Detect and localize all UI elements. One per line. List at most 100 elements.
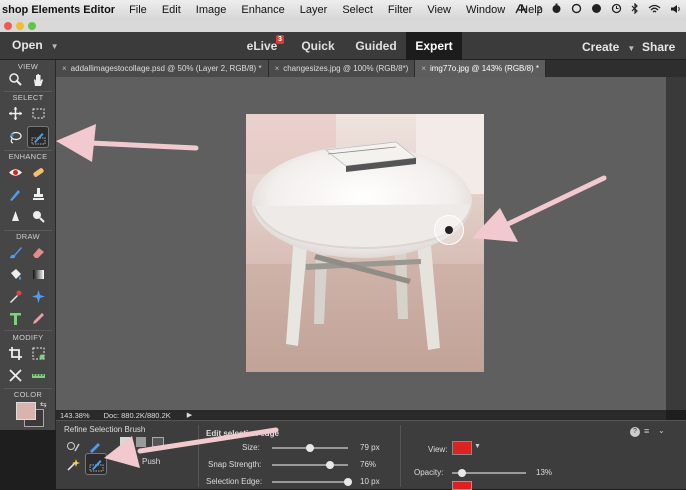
doc-tab[interactable]: × changesizes.jpg @ 100% (RGB/8*) xyxy=(268,60,416,77)
volume-icon[interactable] xyxy=(670,4,682,17)
collapse-options-icon[interactable]: ⌄ xyxy=(658,426,665,435)
eraser-tool[interactable] xyxy=(28,242,48,262)
crop-tool[interactable] xyxy=(5,343,25,363)
straighten-tool[interactable] xyxy=(28,365,48,385)
menu-edit[interactable]: Edit xyxy=(162,4,181,16)
eyedropper-icon xyxy=(9,290,21,303)
menu-layer[interactable]: Layer xyxy=(300,4,328,16)
refine-brush-mode-button[interactable] xyxy=(85,453,107,475)
smart-brush-tool[interactable] xyxy=(5,184,25,204)
add-selection-icon[interactable] xyxy=(66,441,80,453)
status-menu-arrow-icon[interactable]: ▶ xyxy=(187,411,192,419)
selection-edge-label: Selection Edge: xyxy=(206,477,263,486)
paint-bucket-tool[interactable] xyxy=(5,264,25,284)
time-machine-icon[interactable] xyxy=(611,3,622,17)
edge-slider[interactable] xyxy=(272,478,352,486)
mode-expert[interactable]: Expert xyxy=(406,32,462,60)
vertical-scrollbar[interactable] xyxy=(666,77,686,410)
opacity-knob[interactable] xyxy=(457,469,466,477)
type-tool[interactable] xyxy=(5,308,25,328)
mode-elive[interactable]: eLive 3 xyxy=(236,32,288,60)
notification-icon[interactable] xyxy=(591,3,602,17)
straighten-tool-icon xyxy=(31,373,45,378)
zoom-window-icon[interactable] xyxy=(28,22,36,30)
close-tab-icon[interactable]: × xyxy=(275,64,280,73)
stopwatch-icon[interactable] xyxy=(551,3,562,17)
brush-shape-icon-3[interactable] xyxy=(152,437,164,447)
foreground-color-swatch[interactable] xyxy=(16,402,36,420)
create-label: Create xyxy=(582,40,620,54)
marquee-tool[interactable] xyxy=(28,103,48,123)
subtract-selection-icon[interactable] xyxy=(88,441,102,453)
close-tab-icon[interactable]: × xyxy=(421,64,426,73)
options-menu-icon[interactable]: ≡ xyxy=(644,426,649,436)
custom-shape-tool[interactable] xyxy=(28,286,48,306)
adobe-icon[interactable] xyxy=(515,3,528,17)
view-mode-dropdown[interactable]: ▼ xyxy=(452,441,482,455)
type-tool-icon xyxy=(9,312,21,325)
menu-select[interactable]: Select xyxy=(342,4,373,16)
clone-stamp-tool[interactable] xyxy=(28,184,48,204)
healing-brush-icon xyxy=(32,167,44,177)
menu-window[interactable]: Window xyxy=(466,4,505,16)
menu-view[interactable]: View xyxy=(427,4,451,16)
blur-tool[interactable] xyxy=(5,206,25,226)
pencil-tool[interactable] xyxy=(28,308,48,328)
section-draw: DRAW xyxy=(16,232,40,241)
zoom-tool[interactable] xyxy=(5,69,25,89)
size-slider[interactable] xyxy=(272,444,348,452)
menu-image[interactable]: Image xyxy=(196,4,227,16)
bluetooth-icon[interactable] xyxy=(631,2,639,17)
smooth-selection-icon[interactable] xyxy=(66,458,80,472)
healing-brush-tool[interactable] xyxy=(28,162,48,182)
custom-shape-icon xyxy=(31,289,45,303)
sync-icon[interactable] xyxy=(571,3,582,17)
pencil-tool-icon xyxy=(32,312,44,324)
size-knob[interactable] xyxy=(306,444,314,452)
close-tab-icon[interactable]: × xyxy=(62,64,67,73)
gradient-tool-icon xyxy=(32,269,44,279)
swap-colors-icon[interactable]: ⇆ xyxy=(40,400,47,409)
smart-brush-icon xyxy=(9,189,20,201)
menu-enhance[interactable]: Enhance xyxy=(241,4,284,16)
snap-slider[interactable] xyxy=(272,461,348,469)
brush-shape-icon-1[interactable] xyxy=(120,437,130,447)
refine-selection-brush-tool[interactable] xyxy=(27,126,49,148)
move-tool[interactable] xyxy=(5,103,25,123)
sponge-tool[interactable] xyxy=(28,206,48,226)
blur-tool-icon xyxy=(11,210,19,221)
menubar-status-icons: 2 xyxy=(515,0,686,20)
wifi-icon[interactable] xyxy=(648,4,661,17)
document-image[interactable] xyxy=(246,114,484,372)
app-name[interactable]: shop Elements Editor xyxy=(0,4,115,16)
snap-knob[interactable] xyxy=(325,461,334,469)
brush-shape-icon-2[interactable] xyxy=(136,437,146,447)
mode-guided[interactable]: Guided xyxy=(348,32,404,60)
red-eye-tool[interactable] xyxy=(5,162,25,182)
open-button[interactable]: Open ▼ xyxy=(12,38,59,52)
minimize-window-icon[interactable] xyxy=(16,22,24,30)
recompose-tool[interactable] xyxy=(28,343,48,363)
content-aware-move-tool[interactable] xyxy=(5,365,25,385)
status-number: 2 xyxy=(536,4,542,16)
toolbox: VIEW SELECT ENHANCE DRAW MODIFY COLOR xyxy=(0,60,56,430)
eyedropper-tool[interactable] xyxy=(5,286,25,306)
tool-options-title: Refine Selection Brush xyxy=(64,425,146,434)
mode-quick[interactable]: Quick xyxy=(292,32,344,60)
menu-filter[interactable]: Filter xyxy=(388,4,412,16)
gradient-tool[interactable] xyxy=(28,264,48,284)
section-modify: MODIFY xyxy=(12,333,44,342)
opacity-slider[interactable] xyxy=(452,469,526,477)
menu-file[interactable]: File xyxy=(129,4,147,16)
zoom-readout[interactable]: 143.38% xyxy=(60,411,90,420)
doc-tab-active[interactable]: × img77o.jpg @ 143% (RGB/8) * xyxy=(415,60,547,77)
lasso-tool[interactable] xyxy=(5,127,25,147)
create-button[interactable]: Create ▼ xyxy=(582,40,635,54)
doc-tab[interactable]: × addallimagestocollage.psd @ 50% (Layer … xyxy=(56,60,269,77)
close-window-icon[interactable] xyxy=(4,22,12,30)
edge-knob[interactable] xyxy=(344,478,352,486)
brush-tool[interactable] xyxy=(5,242,25,262)
help-icon[interactable]: ? xyxy=(630,427,640,437)
hand-tool[interactable] xyxy=(28,69,48,89)
push-label[interactable]: Push xyxy=(142,457,160,466)
